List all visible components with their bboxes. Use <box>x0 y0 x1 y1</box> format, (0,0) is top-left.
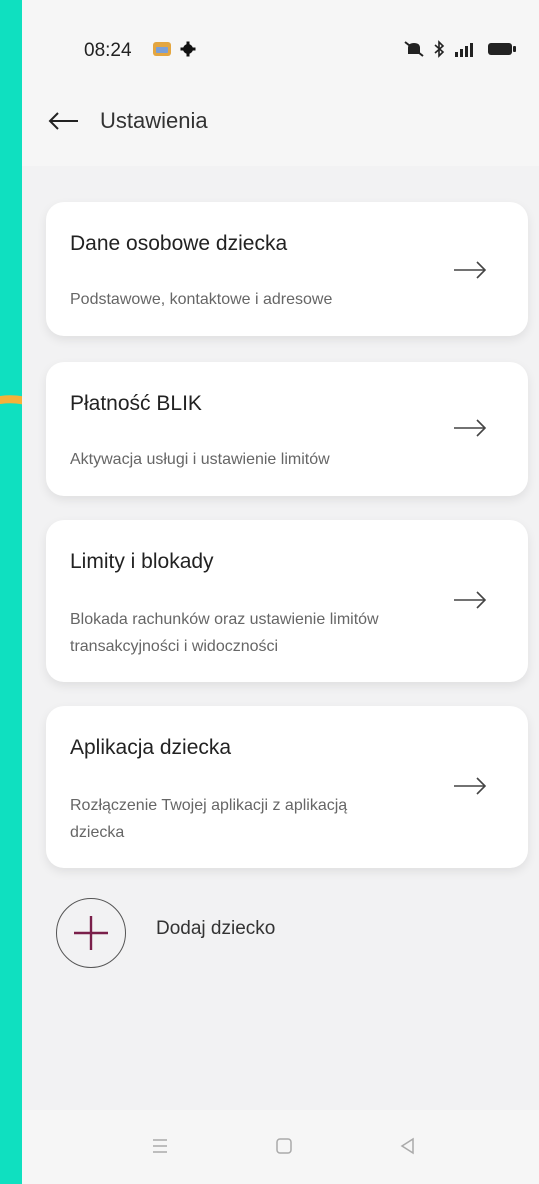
arrow-right-icon <box>454 261 487 279</box>
bluetooth-icon <box>434 40 445 58</box>
card-subtitle: Podstawowe, kontaktowe i adresowe <box>70 291 333 308</box>
signal-icon <box>455 43 473 57</box>
mute-icon <box>404 41 424 57</box>
settings-card-blik[interactable]: Płatność BLIK Aktywacja usługi i ustawie… <box>46 362 528 496</box>
card-subtitle-line2: transakcyjności i widoczności <box>70 638 279 655</box>
card-subtitle-line2: dziecka <box>70 824 125 841</box>
settings-card-limits[interactable]: Limity i blokady Blokada rachunków oraz … <box>46 520 528 682</box>
phone-screen: 08:24 Ustawienia Dane osobowe dziecka Po… <box>22 0 539 1184</box>
back-triangle-icon[interactable] <box>396 1134 420 1158</box>
arrow-right-icon <box>454 419 487 437</box>
card-subtitle-line1: Rozłączenie Twojej aplikacji z aplikacją <box>70 797 348 814</box>
home-square-icon[interactable] <box>272 1134 296 1158</box>
card-title: Dane osobowe dziecka <box>70 232 288 255</box>
settings-card-personal-data[interactable]: Dane osobowe dziecka Podstawowe, kontakt… <box>46 202 528 336</box>
status-bar: 08:24 <box>22 0 539 92</box>
card-title: Limity i blokady <box>70 550 214 573</box>
page-title: Ustawienia <box>100 108 208 133</box>
arrow-right-icon <box>454 591 487 609</box>
card-title: Płatność BLIK <box>70 392 202 415</box>
card-subtitle-line1: Blokada rachunków oraz ustawienie limitó… <box>70 611 379 628</box>
gear-icon <box>180 41 196 57</box>
app-bar: Ustawienia <box>22 92 539 166</box>
menu-icon[interactable] <box>148 1134 172 1158</box>
battery-icon <box>488 43 516 55</box>
add-child-label[interactable]: Dodaj dziecko <box>156 918 275 940</box>
settings-card-child-app[interactable]: Aplikacja dziecka Rozłączenie Twojej apl… <box>46 706 528 868</box>
plus-icon <box>73 915 108 950</box>
system-nav-bar <box>22 1110 539 1184</box>
arrow-right-icon <box>454 777 487 795</box>
back-arrow-icon[interactable] <box>46 106 82 136</box>
notification-app-icon <box>153 42 171 56</box>
add-child-button[interactable] <box>56 898 126 968</box>
status-time: 08:24 <box>84 40 132 61</box>
card-subtitle: Aktywacja usługi i ustawienie limitów <box>70 451 330 468</box>
card-title: Aplikacja dziecka <box>70 736 232 759</box>
